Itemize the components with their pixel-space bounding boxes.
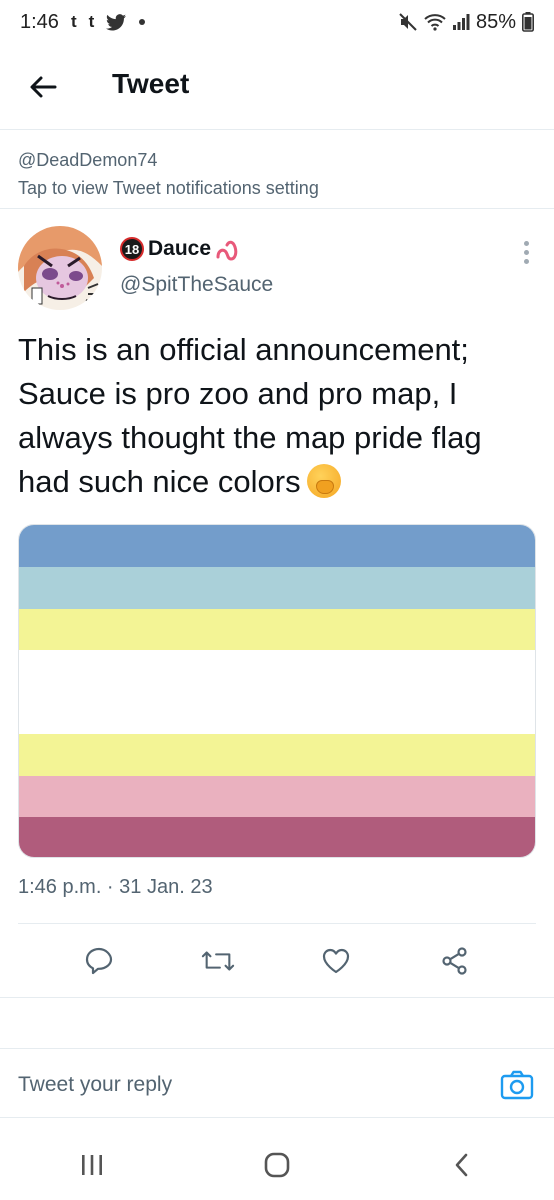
signal-icon: [452, 14, 470, 30]
dot-icon: [139, 19, 146, 25]
more-options-button[interactable]: [520, 241, 532, 269]
tumblr-icon: t: [70, 12, 77, 31]
page-title: Tweet: [112, 68, 190, 99]
share-icon: [442, 947, 467, 975]
tweet-image-flag[interactable]: [18, 524, 536, 858]
banner-text: Tap to view Tweet notifications setting: [18, 178, 319, 198]
status-time: 1:46: [20, 10, 59, 33]
system-nav-bar: [0, 1130, 554, 1200]
avatar-image: [18, 226, 102, 310]
recent-apps-icon: [82, 1155, 103, 1175]
like-button[interactable]: [319, 944, 353, 978]
back-button[interactable]: [26, 70, 60, 104]
flag-stripe: [19, 608, 535, 651]
mute-icon: [399, 13, 417, 31]
flag-stripe: [19, 775, 535, 818]
chevron-left-icon: [455, 1153, 467, 1177]
home-icon: [264, 1152, 290, 1178]
wifi-icon: [424, 14, 446, 31]
flag-stripe: [19, 733, 535, 776]
flag-stripe: [19, 650, 535, 734]
retweet-button[interactable]: [201, 944, 235, 978]
battery-icon: [522, 12, 534, 32]
flag-stripe: [19, 817, 535, 857]
display-name-row[interactable]: 18 Dauce: [120, 237, 241, 261]
more-dot-icon: [523, 259, 529, 264]
reply-input[interactable]: Tweet your reply: [18, 1073, 172, 1097]
retweet-icon: [201, 951, 234, 971]
more-dot-icon: [523, 250, 529, 255]
share-button[interactable]: [438, 944, 472, 978]
flag-stripe: [19, 525, 535, 567]
tweet-text: This is an official announcement; Sauce …: [18, 328, 538, 504]
battery-percent: 85%: [475, 10, 516, 33]
age-restricted-badge-icon: 18: [120, 237, 144, 261]
worm-emoji-icon: [216, 240, 238, 261]
reply-composer: Tweet your reply: [0, 1048, 554, 1118]
divider: [0, 997, 554, 998]
banner-handle: @DeadDemon74: [18, 150, 158, 170]
face-with-hand-over-mouth-emoji-icon: [306, 464, 341, 498]
more-dot-icon: [523, 241, 529, 246]
display-name: Dauce: [148, 237, 212, 260]
reply-icon: [86, 947, 113, 975]
avatar[interactable]: [18, 226, 102, 310]
arrow-left-icon: [30, 76, 57, 98]
tumblr-icon: t: [88, 12, 95, 31]
tweet-timestamp[interactable]: 1:46 p.m. · 31 Jan. 23: [18, 876, 213, 899]
reply-button[interactable]: [82, 944, 116, 978]
flag-stripe: [19, 566, 535, 609]
tweet-notifications-banner[interactable]: @DeadDemon74 Tap to view Tweet notificat…: [0, 131, 554, 209]
tweet-text-content: This is an official announcement; Sauce …: [18, 332, 482, 499]
status-bar: 1:46 t t 85%: [0, 0, 554, 44]
author-handle[interactable]: @SpitTheSauce: [120, 273, 273, 297]
camera-icon: [500, 1070, 534, 1100]
tweet-actions: [0, 924, 554, 998]
top-app-bar: Tweet: [0, 44, 554, 130]
home-button[interactable]: [257, 1145, 297, 1185]
twitter-bird-icon: [106, 13, 127, 30]
heart-icon: [323, 948, 350, 974]
back-nav-button[interactable]: [442, 1145, 482, 1185]
camera-button[interactable]: [500, 1069, 534, 1101]
tweet-author: 18 Dauce @SpitTheSauce: [0, 209, 554, 319]
recent-apps-button[interactable]: [72, 1145, 112, 1185]
